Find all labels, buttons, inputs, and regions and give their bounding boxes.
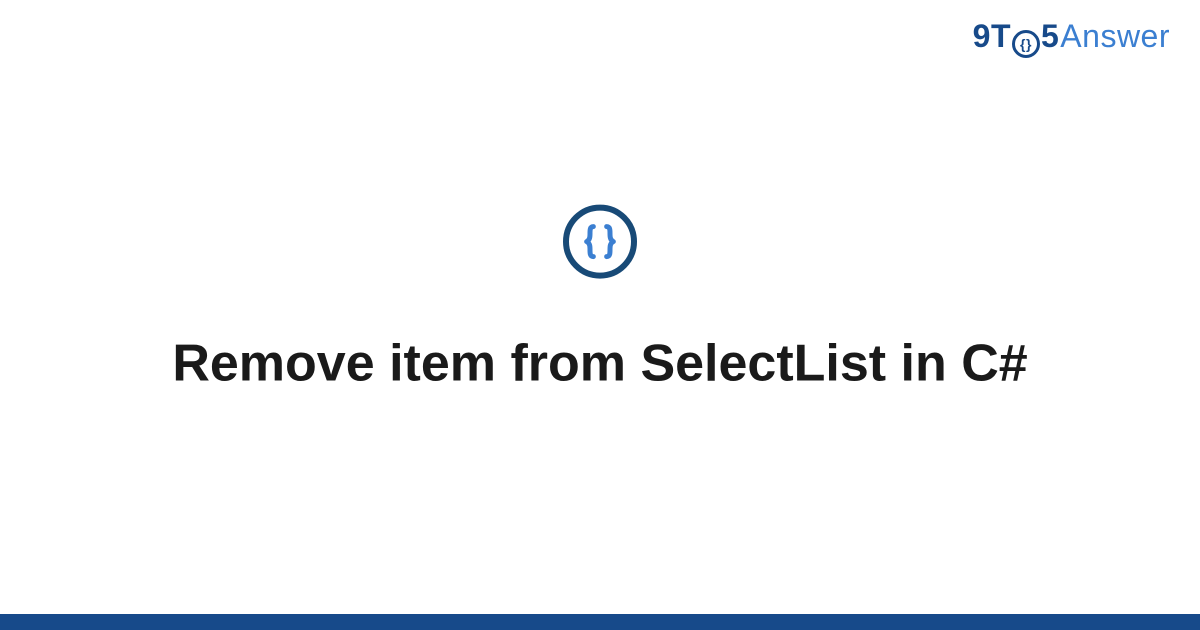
main-content: Remove item from SelectList in C# [0,205,1200,395]
logo-text-answer: Answer [1060,18,1170,55]
page-title: Remove item from SelectList in C# [132,333,1067,395]
footer-accent-bar [0,614,1200,630]
code-braces-icon [563,205,637,279]
logo-text-5: 5 [1041,18,1059,55]
logo-o-inner: {} [1020,36,1032,52]
logo-text-9t: 9T [973,18,1011,55]
site-logo[interactable]: 9T {} 5 Answer [973,18,1170,56]
logo-braces-o-icon: {} [1012,30,1040,58]
